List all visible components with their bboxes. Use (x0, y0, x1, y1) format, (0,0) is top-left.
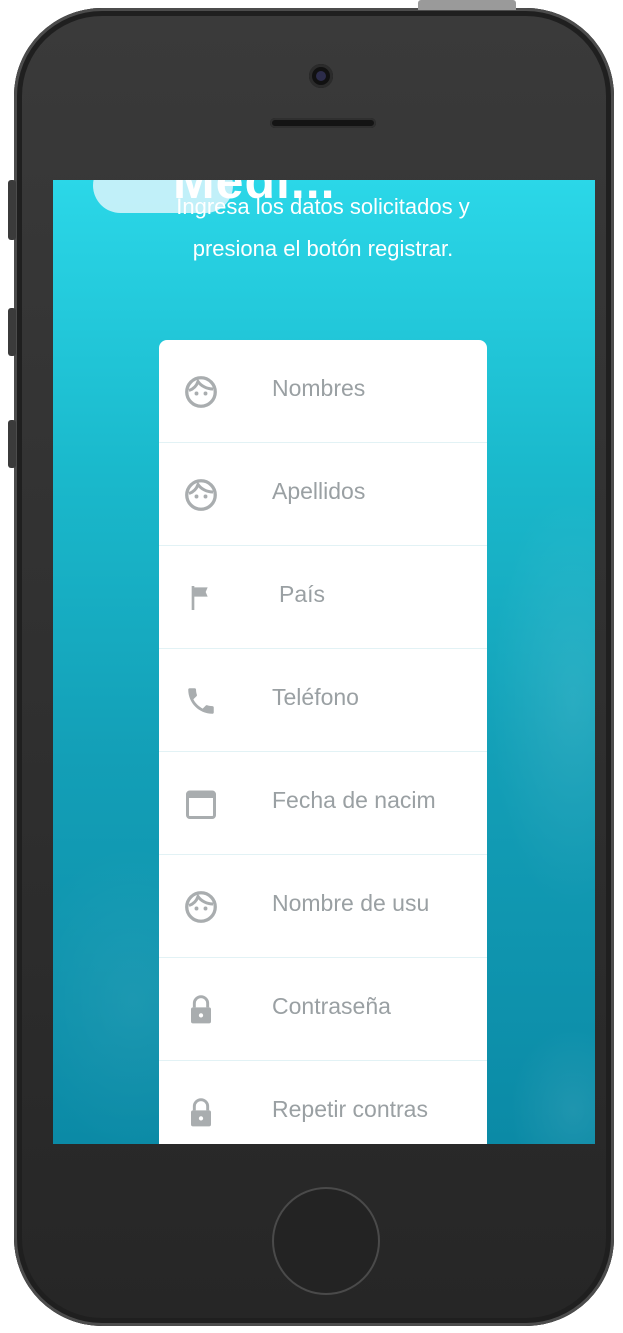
flag-icon (183, 580, 219, 616)
field-nombres[interactable]: Nombres (159, 340, 487, 443)
field-telefono[interactable]: Teléfono (159, 649, 487, 752)
contrasena-input[interactable]: Contraseña (272, 993, 477, 1020)
field-repetir-contrasena[interactable]: Repetir contras (159, 1061, 487, 1144)
field-contrasena[interactable]: Contraseña (159, 958, 487, 1061)
lock-icon (183, 992, 219, 1028)
volume-up-button (8, 308, 16, 356)
volume-down-button (8, 420, 16, 468)
field-nombre-usuario[interactable]: Nombre de usu (159, 855, 487, 958)
face-icon (183, 477, 219, 513)
nombres-input[interactable]: Nombres (272, 375, 477, 402)
calendar-icon (183, 786, 219, 822)
front-camera (309, 64, 333, 88)
phone-icon (183, 683, 219, 719)
repetir-contrasena-input[interactable]: Repetir contras (272, 1096, 477, 1123)
power-button (418, 0, 516, 10)
nombre-usuario-input[interactable]: Nombre de usu (272, 890, 477, 917)
field-pais[interactable]: País (159, 546, 487, 649)
telefono-input[interactable]: Teléfono (272, 684, 477, 711)
face-icon (183, 374, 219, 410)
app-screen: Medi... Ingresa los datos solicitados y … (53, 180, 595, 1144)
registration-form: Nombres Apellidos País Teléfono Fecha de (159, 340, 487, 1144)
apellidos-input[interactable]: Apellidos (272, 478, 477, 505)
face-icon (183, 889, 219, 925)
field-fecha-nacimiento[interactable]: Fecha de nacim (159, 752, 487, 855)
fecha-nacimiento-input[interactable]: Fecha de nacim (272, 787, 477, 814)
pais-input[interactable]: País (279, 581, 484, 608)
intro-text: Ingresa los datos solicitados y presiona… (176, 194, 470, 261)
home-button[interactable] (272, 1187, 380, 1295)
lock-icon (183, 1095, 219, 1131)
mute-switch (8, 180, 16, 240)
field-apellidos[interactable]: Apellidos (159, 443, 487, 546)
earpiece-speaker (270, 118, 376, 128)
